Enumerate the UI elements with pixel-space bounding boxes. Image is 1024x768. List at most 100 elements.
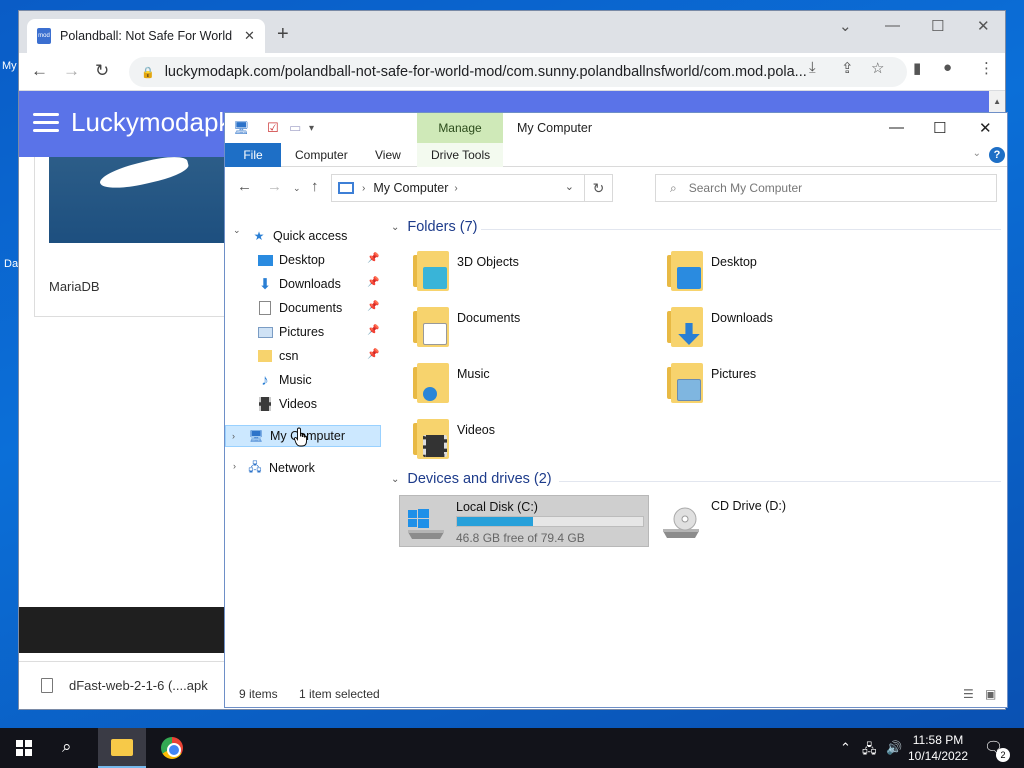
properties-icon[interactable]: ☑	[267, 120, 279, 136]
taskbar-chrome[interactable]	[148, 728, 196, 768]
hamburger-menu-icon[interactable]	[33, 113, 59, 133]
nav-item-videos[interactable]: Videos	[257, 393, 317, 415]
desktop-icon-label[interactable]: Da	[4, 258, 18, 270]
banner-image[interactable]	[49, 157, 225, 243]
chevron-right-icon[interactable]: ›	[233, 461, 236, 471]
back-icon[interactable]: ←	[31, 61, 48, 81]
folder-downloads[interactable]: Downloads	[665, 305, 905, 355]
forward-icon[interactable]: →	[267, 178, 282, 195]
search-icon[interactable]: ⌕	[62, 737, 72, 757]
folder-3d-objects[interactable]: 3D Objects	[411, 249, 651, 299]
chevron-up-icon[interactable]: ⌃	[840, 740, 851, 756]
network-tray-icon[interactable]: 🖧	[862, 740, 877, 762]
pin-icon[interactable]: 📌	[367, 301, 379, 312]
reload-icon[interactable]: ↻	[95, 61, 109, 81]
folder-desktop[interactable]: Desktop	[665, 249, 905, 299]
tab-view[interactable]: View	[375, 148, 401, 162]
scroll-up-icon[interactable]: ▲	[993, 97, 1001, 106]
windows-start-icon[interactable]	[16, 740, 32, 756]
nav-label: Music	[279, 373, 312, 387]
system-clock[interactable]: 11:58 PM 10/14/2022	[906, 732, 970, 764]
folder-name: Desktop	[711, 255, 757, 269]
minimize-icon[interactable]: —	[885, 17, 900, 34]
explorer-titlebar: 🖥 ☑ ▭ ▾ Manage My Computer — ☐ ✕	[225, 113, 1007, 143]
manage-tab[interactable]: Manage	[417, 113, 503, 143]
drive-usage-bar	[456, 516, 644, 527]
maximize-icon[interactable]: ☐	[931, 17, 944, 35]
search-input[interactable]: ⌕ Search My Computer	[655, 174, 997, 202]
pin-icon[interactable]: 📌	[367, 253, 379, 264]
profile-avatar-icon[interactable]: ●	[943, 59, 952, 76]
recent-locations-icon[interactable]: ⌄	[293, 183, 301, 194]
selection-count: 1 item selected	[299, 687, 380, 701]
tab-computer[interactable]: Computer	[295, 148, 348, 162]
share-icon[interactable]: ⇪	[841, 59, 854, 77]
close-icon[interactable]: ✕	[979, 119, 992, 137]
drive-cd-d[interactable]: CD Drive (D:)	[655, 495, 895, 547]
back-icon[interactable]: ←	[237, 178, 252, 195]
download-icon[interactable]: ⤓	[809, 59, 816, 76]
new-tab-icon[interactable]: +	[277, 23, 289, 46]
nav-quick-access[interactable]: ★ Quick access	[251, 225, 348, 247]
forward-icon[interactable]: →	[63, 61, 80, 81]
address-dropdown-icon[interactable]: ⌄	[565, 180, 574, 193]
chevron-right-icon[interactable]: ›	[454, 183, 457, 194]
nav-item-music[interactable]: ♪ Music	[257, 369, 312, 391]
devices-group-header[interactable]: ⌄ Devices and drives (2)	[391, 471, 552, 487]
help-icon[interactable]: ?	[989, 147, 1005, 163]
lock-icon[interactable]: 🔒	[141, 66, 155, 79]
folder-videos[interactable]: Videos	[411, 417, 651, 467]
address-bar[interactable]: 🔒 luckymodapk.com/polandball-not-safe-fo…	[129, 57, 907, 87]
folder-music[interactable]: Music	[411, 361, 651, 411]
folder-pictures[interactable]: Pictures	[665, 361, 905, 411]
nav-item-csn[interactable]: csn	[257, 345, 298, 367]
chevron-down-icon[interactable]: ⌄	[391, 222, 399, 233]
nav-item-pictures[interactable]: Pictures	[257, 321, 324, 343]
nav-item-downloads[interactable]: ⬇ Downloads	[257, 273, 341, 295]
taskbar-file-explorer[interactable]	[98, 728, 146, 768]
chrome-icon	[161, 737, 183, 759]
address-location[interactable]: My Computer	[373, 181, 448, 195]
chevron-down-icon[interactable]: ⌄	[391, 474, 399, 485]
tab-close-icon[interactable]: ✕	[244, 28, 255, 44]
pin-icon[interactable]: 📌	[367, 277, 379, 288]
tab-search-icon[interactable]: ⌄	[839, 17, 852, 35]
nav-item-documents[interactable]: Documents	[257, 297, 342, 319]
close-icon[interactable]: ✕	[977, 17, 990, 35]
browser-tab[interactable]: mod Polandball: Not Safe For World M ✕	[27, 19, 265, 53]
download-item[interactable]: dFast-web-2-1-6 (....apk	[69, 678, 208, 693]
pin-icon[interactable]: 📌	[367, 325, 379, 336]
bookmark-star-icon[interactable]: ☆	[871, 59, 884, 77]
details-view-icon[interactable]: ☰	[963, 687, 974, 701]
url-text[interactable]: luckymodapk.com/polandball-not-safe-for-…	[165, 64, 815, 80]
pictures-icon	[257, 325, 273, 339]
nav-item-network[interactable]: 🖧 Network	[247, 457, 315, 479]
nav-item-desktop[interactable]: Desktop	[257, 249, 325, 271]
customize-qat-icon[interactable]: ▾	[309, 123, 314, 134]
card-label[interactable]: MariaDB	[49, 279, 100, 294]
chevron-right-icon[interactable]: ›	[362, 183, 365, 194]
file-explorer-icon	[111, 738, 133, 756]
large-icons-view-icon[interactable]: ▣	[985, 687, 996, 701]
chevron-down-icon[interactable]: ⌄	[233, 225, 241, 236]
side-panel-icon[interactable]: ▮	[913, 59, 921, 77]
site-title[interactable]: Luckymodapk	[71, 107, 231, 138]
tab-drive-tools[interactable]: Drive Tools	[431, 148, 490, 162]
expand-ribbon-icon[interactable]: ⌄	[973, 148, 981, 159]
minimize-icon[interactable]: —	[889, 119, 904, 136]
chevron-right-icon[interactable]: ›	[232, 431, 235, 441]
desktop-icon-label[interactable]: My	[2, 60, 17, 72]
tab-file[interactable]: File	[225, 143, 281, 167]
pin-icon[interactable]: 📌	[367, 349, 379, 360]
up-icon[interactable]: ↑	[311, 178, 319, 195]
new-folder-icon[interactable]: ▭	[289, 120, 301, 136]
address-bar[interactable]: › My Computer › ⌄ ↻	[331, 174, 613, 202]
volume-icon[interactable]: 🔊	[886, 740, 902, 756]
folders-group-header[interactable]: ⌄ Folders (7)	[391, 219, 478, 235]
folder-documents[interactable]: Documents	[411, 305, 651, 355]
menu-dots-icon[interactable]: ⋮	[979, 59, 994, 77]
folder-name: Documents	[457, 311, 521, 325]
maximize-icon[interactable]: ☐	[933, 119, 946, 137]
refresh-icon[interactable]: ↻	[584, 175, 612, 201]
drive-local-disk-c[interactable]: Local Disk (C:) 46.8 GB free of 79.4 GB	[399, 495, 649, 547]
